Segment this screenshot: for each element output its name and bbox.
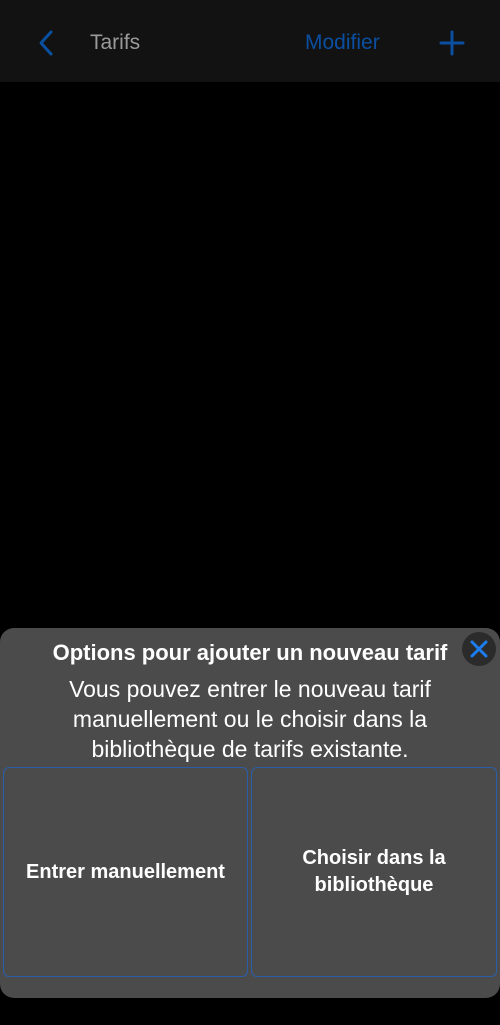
enter-manually-button[interactable]: Entrer manuellement (3, 767, 248, 977)
add-tariff-options-sheet: Options pour ajouter un nouveau tarif Vo… (0, 628, 500, 998)
page-title: Tarifs (90, 31, 141, 54)
choose-from-library-button[interactable]: Choisir dans la bibliothèque (251, 767, 497, 977)
sheet-title: Options pour ajouter un nouveau tarif (52, 640, 448, 665)
close-icon (470, 640, 488, 658)
tariff-list-area (0, 82, 500, 628)
edit-button[interactable]: Modifier (305, 30, 380, 56)
close-button[interactable] (462, 632, 496, 666)
screen: Tarifs Modifier Options pour ajouter un … (0, 0, 500, 1025)
bottom-area (0, 998, 500, 1025)
add-button[interactable] (438, 28, 466, 58)
plus-icon (439, 30, 465, 56)
navigation-bar: Tarifs Modifier (0, 0, 500, 82)
back-button[interactable] (30, 26, 62, 60)
chevron-left-icon (39, 30, 53, 56)
sheet-description: Vous pouvez entrer le nouveau tarif manu… (69, 676, 431, 762)
